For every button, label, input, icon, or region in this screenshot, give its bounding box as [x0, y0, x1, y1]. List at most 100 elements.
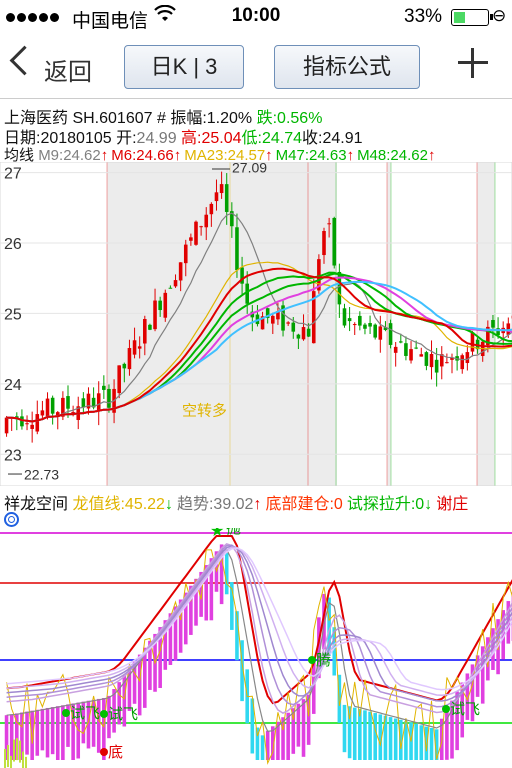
indicator-bar	[286, 712, 290, 760]
candle-body	[460, 355, 465, 370]
candle-body	[163, 292, 168, 318]
candle-body	[209, 203, 214, 215]
candle-body	[153, 300, 157, 330]
indicator-bar	[393, 718, 398, 760]
indicator-bar	[224, 552, 229, 595]
candle-body	[148, 324, 152, 330]
indicator-bar	[50, 707, 55, 755]
indicator-bar	[45, 707, 50, 758]
candle-body	[235, 227, 239, 271]
candle-body	[214, 192, 219, 202]
candle-body	[158, 300, 162, 311]
back-label: 返回	[44, 59, 92, 86]
indicator-bar	[373, 713, 377, 760]
candle-body	[491, 320, 495, 328]
indicator-bar	[358, 708, 362, 760]
volume-bar	[10, 755, 12, 768]
candle-body	[393, 346, 398, 353]
candle-body	[399, 341, 403, 343]
indicator-bar	[55, 706, 60, 760]
battery-icon	[451, 9, 493, 26]
price-axis-label: 27	[4, 166, 22, 183]
signal-label: 试飞	[108, 706, 138, 723]
candle-body	[404, 343, 408, 356]
candle-body	[50, 397, 55, 414]
candle-body	[291, 322, 296, 332]
candle-body	[347, 318, 352, 322]
candle-body	[178, 262, 183, 281]
candle-body	[102, 385, 106, 390]
signal-dot	[62, 709, 70, 717]
back-button[interactable]: 返回	[0, 34, 110, 98]
indicator-legend-value: 底部建仓:0	[265, 496, 343, 513]
candle-body	[173, 280, 178, 287]
candle-body	[378, 326, 383, 340]
candle-body	[296, 334, 301, 339]
indicator-legend-value: 试探拉升:0	[346, 496, 425, 513]
indicator-chart[interactable]: ★ 抛腾试飞 试飞 试飞底	[0, 528, 512, 768]
indicator-bar	[260, 735, 265, 760]
candle-body	[388, 323, 393, 345]
candle-body	[429, 353, 434, 368]
volume-bar	[4, 748, 6, 768]
indicator-bar	[352, 707, 357, 760]
price-axis-label: 23	[4, 447, 22, 464]
indicator-legend-item: 谢庄	[436, 496, 468, 513]
candle-body	[189, 237, 193, 241]
indicator-bar	[419, 725, 424, 760]
arrow-down-icon: ↓	[164, 496, 173, 513]
candle-body	[127, 348, 132, 370]
candle-body	[342, 308, 347, 326]
candle-body	[137, 346, 142, 349]
candle-body	[132, 340, 137, 355]
candlestick-chart[interactable]: 27 26 25 24 23 27.09 22.73 空转多	[0, 162, 512, 486]
candle-body	[96, 393, 101, 412]
price-axis-label: 24	[4, 377, 22, 394]
candle-body	[445, 362, 449, 364]
add-button[interactable]	[456, 46, 490, 80]
candle-body	[4, 417, 9, 434]
candle-body	[368, 323, 372, 327]
settings-circle-icon[interactable]	[4, 512, 19, 527]
candle-body	[424, 352, 429, 366]
candle-body	[45, 398, 50, 417]
indicator-bar	[368, 711, 372, 760]
volume-bar	[16, 738, 18, 761]
signal-label: 腾	[316, 652, 331, 669]
status-bar: 中国电信 10:00 33% ⊖	[0, 0, 512, 34]
ribbon-line	[6, 545, 512, 702]
signal-label: 空转多	[182, 403, 227, 420]
indicator-bar	[296, 703, 301, 747]
candle-body	[465, 352, 470, 364]
arrow-up-icon: ↑	[253, 496, 262, 513]
price-axis-label: 25	[4, 306, 22, 323]
indicator-bar	[25, 711, 29, 755]
indicator-bar	[342, 704, 347, 753]
candle-body	[470, 332, 475, 352]
candle-body	[434, 359, 439, 373]
candle-body	[30, 424, 34, 429]
indicator-formula-button[interactable]: 指标公式	[274, 45, 420, 89]
indicator-legend-item: 底部建仓:0	[265, 496, 342, 513]
price-axis-label: 26	[4, 236, 22, 253]
nav-bar: 返回 日K | 3 指标公式	[0, 34, 512, 99]
lock-rotation-icon: ⊖	[492, 6, 507, 25]
indicator-bar	[301, 699, 306, 757]
signal-label: 试飞	[450, 701, 480, 718]
candle-body	[286, 322, 290, 324]
low-price-marker: 22.73	[24, 466, 59, 482]
candle-body	[204, 214, 209, 228]
signal-label: 抛	[226, 528, 241, 537]
indicator-legend-item: 趋势:39.02↑	[177, 496, 262, 513]
candle-body	[183, 244, 188, 264]
indicator-legend-item: 试探拉升:0↓	[347, 496, 432, 513]
candle-body	[66, 396, 70, 409]
volume-bar	[25, 756, 27, 768]
indicator-title: 祥龙空间	[4, 496, 69, 513]
indicator-bar	[363, 710, 367, 760]
signal-dot	[100, 748, 108, 756]
candle-body	[25, 423, 29, 425]
period-button[interactable]: 日K | 3	[124, 45, 244, 89]
candle-body	[107, 388, 111, 408]
candle-body	[363, 324, 367, 329]
